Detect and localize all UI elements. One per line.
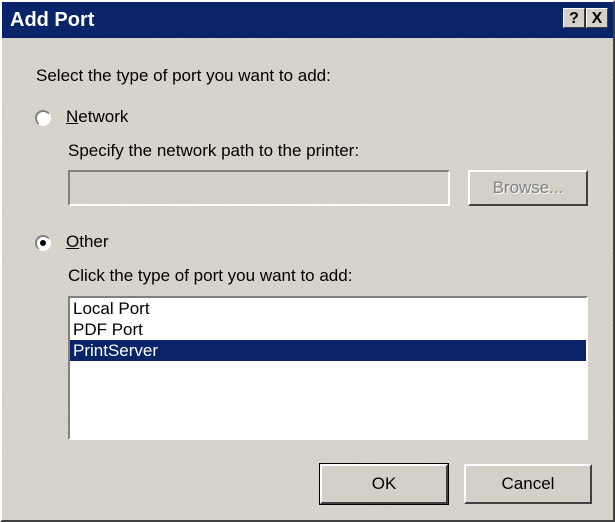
port-type-prompt: Select the type of port you want to add: — [36, 66, 331, 85]
port-list-label: Click the type of port you want to add: — [68, 266, 353, 285]
other-label-rest: ther — [79, 232, 109, 251]
help-button[interactable]: ? — [563, 8, 585, 28]
cancel-button[interactable]: Cancel — [464, 464, 592, 504]
list-item-pdf-port[interactable]: PDF Port — [70, 319, 586, 340]
question-mark-icon: ? — [569, 10, 579, 27]
network-path-label: Specify the network path to the printer: — [68, 141, 360, 160]
network-label-rest: etwork — [78, 107, 129, 126]
network-radio-label[interactable]: Network — [66, 107, 128, 127]
other-radio[interactable] — [35, 235, 51, 251]
list-item-local-port[interactable]: Local Port — [70, 298, 586, 319]
network-mnemonic: N — [66, 107, 79, 126]
add-port-dialog: Add Port ? X Select the type of port you… — [0, 0, 615, 522]
close-button[interactable]: X — [586, 8, 608, 28]
other-radio-label[interactable]: Other — [66, 232, 109, 252]
window-title: Add Port — [10, 9, 95, 31]
network-radio[interactable] — [35, 110, 51, 126]
title-bar[interactable]: Add Port ? X — [2, 2, 613, 38]
list-item-printserver[interactable]: PrintServer — [70, 340, 586, 361]
radio-selected-dot — [40, 240, 46, 246]
close-icon: X — [591, 10, 603, 27]
browse-button[interactable]: Browse... — [468, 170, 588, 206]
port-type-listbox[interactable]: Local Port PDF Port PrintServer — [68, 296, 588, 440]
ok-button[interactable]: OK — [319, 463, 449, 505]
network-path-input[interactable] — [68, 170, 450, 206]
other-mnemonic: O — [66, 232, 80, 251]
